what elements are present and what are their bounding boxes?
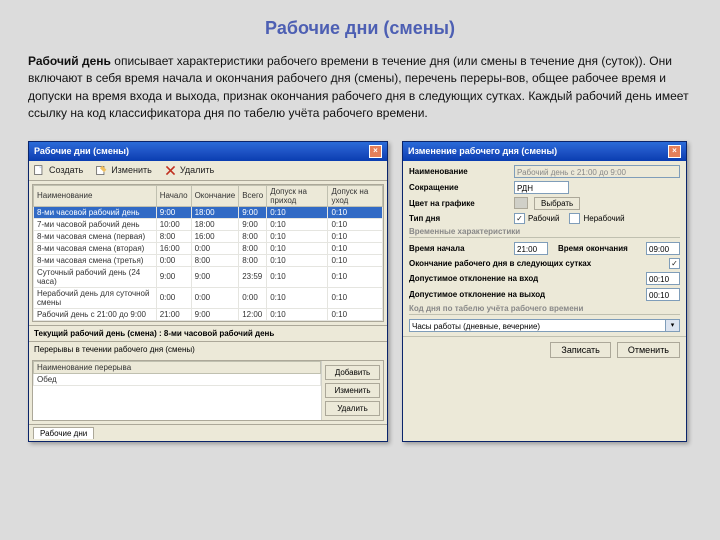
choose-color-button[interactable]: Выбрать xyxy=(534,197,580,210)
table-row[interactable]: 8-ми часовая смена (вторая)16:000:008:00… xyxy=(34,242,383,254)
window1-toolbar: Создать Изменить Удалить xyxy=(29,161,387,181)
nextday-label: Окончание рабочего дня в следующих сутка… xyxy=(409,259,669,268)
short-field[interactable]: РДН xyxy=(514,181,569,194)
new-icon xyxy=(33,164,46,177)
workdays-table[interactable]: Наименование Начало Окончание Всего Допу… xyxy=(32,184,384,322)
col-tol-in[interactable]: Допуск на приход xyxy=(267,185,328,206)
nonworking-text: Нерабочий xyxy=(583,214,624,223)
window1-title: Рабочие дни (смены) xyxy=(34,146,129,156)
start-field[interactable]: 21:00 xyxy=(514,242,548,255)
working-text: Рабочий xyxy=(528,214,559,223)
table-row[interactable]: Суточный рабочий день (24 часа)9:009:002… xyxy=(34,266,383,287)
code-field[interactable]: Часы работы (дневные, вечерние) xyxy=(409,319,666,332)
col-name[interactable]: Наименование xyxy=(34,185,157,206)
cancel-button[interactable]: Отменить xyxy=(617,342,680,358)
col-end[interactable]: Окончание xyxy=(191,185,239,206)
time-section-label: Временные характеристики xyxy=(409,227,680,238)
tol-out-label: Допустимое отклонение на выход xyxy=(409,290,646,299)
page-title: Рабочие дни (смены) xyxy=(28,18,692,39)
tol-in-field[interactable]: 00:10 xyxy=(646,272,680,285)
delete-button[interactable]: Удалить xyxy=(164,164,214,177)
table-row[interactable]: 8-ми часовая смена (третья)0:008:008:000… xyxy=(34,254,383,266)
delete-break-button[interactable]: Удалить xyxy=(325,401,380,416)
list-item[interactable]: Обед xyxy=(34,373,321,385)
workdays-window: Рабочие дни (смены) × Создать Изменить У… xyxy=(28,141,388,442)
tab-workdays[interactable]: Рабочие дни xyxy=(33,427,94,439)
code-section-label: Код дня по табелю учёта рабочего времени xyxy=(409,304,680,315)
close-icon[interactable]: × xyxy=(369,145,382,158)
table-row[interactable]: Нерабочий день для суточной смены0:000:0… xyxy=(34,287,383,308)
bold-term: Рабочий день xyxy=(28,54,111,68)
code-combo[interactable]: Часы работы (дневные, вечерние) ▾ xyxy=(409,319,680,332)
table-row[interactable]: Рабочий день с 21:00 до 9:0021:009:0012:… xyxy=(34,308,383,320)
col-total[interactable]: Всего xyxy=(239,185,267,206)
breaks-section-label: Перерывы в течении рабочего дня (смены) xyxy=(29,341,387,357)
chevron-down-icon[interactable]: ▾ xyxy=(666,319,680,332)
close-icon[interactable]: × xyxy=(668,145,681,158)
table-row[interactable]: 8-ми часовой рабочий день9:0018:009:000:… xyxy=(34,206,383,218)
table-row[interactable]: 8-ми часовая смена (первая)8:0016:008:00… xyxy=(34,230,383,242)
color-swatch xyxy=(514,197,528,209)
window1-titlebar[interactable]: Рабочие дни (смены) × xyxy=(29,142,387,161)
tol-in-label: Допустимое отклонение на вход xyxy=(409,274,646,283)
breaks-panel: Наименование перерыва Обед Добавить Изме… xyxy=(32,360,384,421)
working-checkbox[interactable]: ✓ xyxy=(514,213,525,224)
description-paragraph: Рабочий день описывает характеристики ра… xyxy=(28,53,692,123)
save-button[interactable]: Записать xyxy=(550,342,610,358)
add-break-button[interactable]: Добавить xyxy=(325,365,380,380)
edit-break-button[interactable]: Изменить xyxy=(325,383,380,398)
breaks-col-name[interactable]: Наименование перерыва xyxy=(34,361,321,373)
delete-icon xyxy=(164,164,177,177)
short-label: Сокращение xyxy=(409,183,514,192)
table-row[interactable]: 7-ми часовой рабочий день10:0018:009:000… xyxy=(34,218,383,230)
tol-out-field[interactable]: 00:10 xyxy=(646,288,680,301)
color-label: Цвет на графике xyxy=(409,199,514,208)
nextday-checkbox[interactable]: ✓ xyxy=(669,258,680,269)
window2-title: Изменение рабочего дня (смены) xyxy=(408,146,557,156)
start-label: Время начала xyxy=(409,244,514,253)
daytype-label: Тип дня xyxy=(409,214,514,223)
name-field[interactable]: Рабочий день с 21:00 до 9:00 xyxy=(514,165,680,178)
name-label: Наименование xyxy=(409,167,514,176)
edit-icon xyxy=(95,164,108,177)
current-workday-label: Текущий рабочий день (смена) : 8-ми часо… xyxy=(29,325,387,341)
nonworking-checkbox[interactable] xyxy=(569,213,580,224)
description-text: описывает характеристики рабочего времен… xyxy=(28,54,689,120)
edit-button[interactable]: Изменить xyxy=(95,164,152,177)
create-button[interactable]: Создать xyxy=(33,164,83,177)
end-field[interactable]: 09:00 xyxy=(646,242,680,255)
edit-workday-dialog: Изменение рабочего дня (смены) × Наимено… xyxy=(402,141,687,442)
col-tol-out[interactable]: Допуск на уход xyxy=(328,185,383,206)
window2-titlebar[interactable]: Изменение рабочего дня (смены) × xyxy=(403,142,686,161)
tabstrip: Рабочие дни xyxy=(29,424,387,441)
col-start[interactable]: Начало xyxy=(156,185,191,206)
end-label: Время окончания xyxy=(558,244,628,253)
